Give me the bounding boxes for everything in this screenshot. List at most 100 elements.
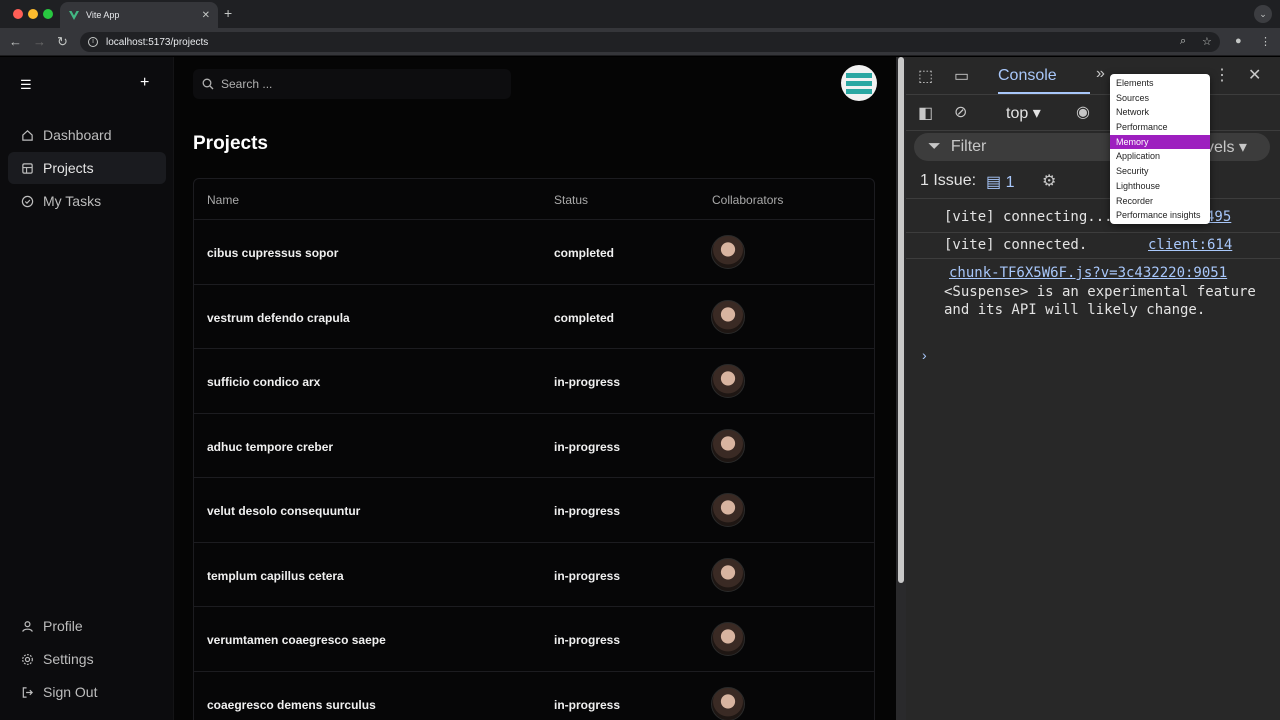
app-logo[interactable] [841, 65, 877, 101]
close-window-button[interactable] [13, 9, 23, 19]
table-row[interactable]: cibus cupressus sopor completed [194, 220, 874, 285]
tab-console[interactable]: Console [998, 67, 1057, 85]
menu-item-lighthouse[interactable]: Lighthouse [1110, 179, 1210, 194]
browser-menu-icon[interactable]: ⋮ [1260, 35, 1271, 48]
home-icon [20, 128, 34, 142]
sign-out-icon [20, 685, 34, 699]
menu-item-recorder[interactable]: Recorder [1110, 194, 1210, 209]
project-name[interactable]: vestrum defendo crapula [207, 311, 350, 325]
table-row[interactable]: adhuc tempore creber in-progress [194, 414, 874, 478]
divider [906, 258, 1280, 259]
bookmark-star-icon[interactable]: ☆ [1202, 35, 1212, 48]
live-expression-eye-icon[interactable]: ◉ [1076, 102, 1090, 122]
collaborator-avatar[interactable] [711, 686, 745, 720]
collaborator-avatar[interactable] [711, 364, 745, 398]
project-name[interactable]: templum capillus cetera [207, 569, 344, 583]
sidebar-item-label: Settings [43, 651, 94, 667]
table-row[interactable]: verumtamen coaegresco saepe in-progress [194, 607, 874, 672]
divider [906, 232, 1280, 233]
menu-item-performance[interactable]: Performance [1110, 120, 1210, 135]
collaborator-avatar[interactable] [711, 557, 745, 592]
project-name[interactable]: cibus cupressus sopor [207, 246, 338, 260]
page-scrollbar[interactable] [896, 57, 906, 720]
page-title: Projects [193, 133, 268, 154]
profile-icon[interactable]: ● [1235, 35, 1242, 47]
project-status: in-progress [554, 375, 621, 389]
levels-label: vels [1206, 139, 1235, 156]
column-header-name[interactable]: Name [207, 193, 239, 207]
menu-item-network[interactable]: Network [1110, 105, 1210, 120]
sidebar-item-dashboard[interactable]: Dashboard [8, 119, 166, 151]
menu-item-application[interactable]: Application [1110, 149, 1210, 164]
search-input[interactable] [221, 77, 501, 91]
log-source-link[interactable]: client:614 [1148, 237, 1232, 253]
device-toolbar-icon[interactable]: ▭ [954, 66, 969, 86]
back-icon[interactable]: ← [9, 34, 22, 50]
table-row[interactable]: velut desolo consequuntur in-progress [194, 478, 874, 543]
url-field[interactable]: i localhost:5173/projects [80, 32, 1220, 52]
issues-count-button[interactable]: ▤ 1 [986, 172, 1014, 192]
column-header-collaborators[interactable]: Collaborators [712, 193, 783, 207]
forward-icon[interactable]: → [33, 34, 46, 50]
collaborator-avatar[interactable] [711, 622, 745, 656]
sidebar-toggle-icon[interactable]: ◧ [918, 103, 933, 123]
collaborator-avatar[interactable] [711, 428, 745, 463]
kebab-menu-icon[interactable]: ⋮ [1214, 65, 1230, 85]
menu-item-memory[interactable]: Memory [1110, 134, 1210, 150]
context-value: top [1006, 105, 1029, 122]
sidebar-item-sign-out[interactable]: Sign Out [8, 676, 166, 708]
table-row[interactable]: coaegresco demens surculus in-progress [194, 672, 874, 720]
maximize-window-button[interactable] [43, 9, 53, 19]
project-status: in-progress [554, 697, 621, 712]
log-levels-dropdown[interactable]: vels ▾ [1206, 137, 1247, 157]
project-name[interactable]: adhuc tempore creber [207, 440, 333, 454]
menu-item-security[interactable]: Security [1110, 164, 1210, 179]
project-name[interactable]: sufficio condico arx [207, 375, 320, 389]
more-tabs-chevron-icon[interactable]: » [1096, 65, 1105, 83]
sidebar-header: ☰ + [0, 57, 174, 111]
column-header-status[interactable]: Status [554, 193, 588, 207]
reload-icon[interactable]: ↻ [57, 34, 68, 50]
table-row[interactable]: templum capillus cetera in-progress [194, 543, 874, 607]
main-content: Projects Name Status Collaborators cibus… [175, 57, 896, 720]
project-name[interactable]: coaegresco demens surculus [207, 698, 376, 712]
menu-icon[interactable]: ☰ [20, 77, 32, 93]
add-button[interactable]: + [140, 74, 149, 92]
tab-close-icon[interactable]: ✕ [202, 10, 210, 21]
project-name[interactable]: verumtamen coaegresco saepe [207, 633, 386, 647]
console-log-line: [vite] connected. [944, 237, 1088, 253]
menu-item-elements[interactable]: Elements [1110, 76, 1210, 91]
search-bar [193, 69, 511, 99]
collaborator-avatar[interactable] [711, 299, 745, 334]
clear-console-icon[interactable]: ⊘ [954, 102, 967, 122]
project-name[interactable]: velut desolo consequuntur [207, 504, 360, 518]
sidebar-item-settings[interactable]: Settings [8, 643, 166, 675]
sidebar-item-profile[interactable]: Profile [8, 610, 166, 642]
collaborator-avatar[interactable] [711, 493, 745, 527]
site-info-icon[interactable]: i [88, 37, 98, 47]
active-tab-indicator [998, 92, 1090, 94]
collaborator-avatar[interactable] [711, 235, 745, 269]
menu-item-performance-insights[interactable]: Performance insights [1110, 208, 1210, 223]
sidebar-item-my-tasks[interactable]: My Tasks [8, 185, 166, 217]
close-icon[interactable]: ✕ [1248, 65, 1261, 85]
zoom-icon[interactable]: ⌕ [1180, 35, 1186, 48]
console-prompt-icon[interactable]: › [922, 347, 927, 363]
minimize-window-button[interactable] [28, 9, 38, 19]
browser-tab[interactable]: Vite App ✕ [60, 2, 218, 28]
log-source-link[interactable]: chunk-TF6X5W6F.js?v=3c432220:9051 [949, 265, 1227, 281]
project-status: in-progress [554, 439, 621, 454]
sidebar-item-projects[interactable]: Projects [8, 152, 166, 184]
more-tabs-menu: Elements Sources Network Performance Mem… [1110, 74, 1210, 224]
inspect-element-icon[interactable]: ⬚ [918, 66, 933, 86]
scrollbar-thumb[interactable] [898, 57, 904, 583]
context-select[interactable]: top ▾ [1006, 103, 1041, 123]
divider [906, 198, 1280, 199]
table-row[interactable]: vestrum defendo crapula completed [194, 285, 874, 349]
new-tab-button[interactable]: + [224, 5, 232, 21]
menu-item-sources[interactable]: Sources [1110, 91, 1210, 106]
sidebar-item-label: Profile [43, 618, 83, 634]
tab-search-icon[interactable]: ⌄ [1254, 5, 1272, 23]
console-settings-gear-icon[interactable]: ⚙ [1042, 171, 1056, 191]
table-row[interactable]: sufficio condico arx in-progress [194, 349, 874, 414]
